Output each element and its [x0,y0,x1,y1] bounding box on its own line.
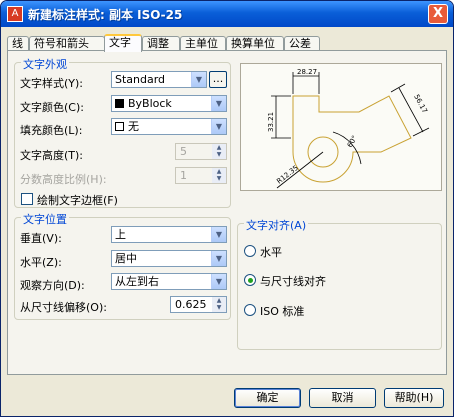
spin-down-icon[interactable]: ▼ [212,304,226,312]
app-icon: A [7,6,23,22]
tab-primary-units[interactable]: 主单位 [180,36,226,51]
text-height-label: 文字高度(T): [20,149,84,162]
horizontal-value: 居中 [115,252,137,265]
text-style-value: Standard [115,73,166,86]
text-style-label: 文字样式(Y): [20,77,84,90]
vertical-label: 垂直(V): [20,232,62,245]
tab-symbols-arrows[interactable]: 符号和箭头 [29,36,105,51]
chevron-down-icon: ▼ [211,119,226,134]
text-color-value: ByBlock [128,97,172,110]
cancel-button[interactable]: 取消 [309,388,376,408]
offset-label: 从尺寸线偏移(O): [20,301,107,314]
preview-dim-top: 28.27 [297,68,317,76]
tab-text[interactable]: 文字 [104,34,142,52]
text-appearance-title: 文字外观 [21,56,69,72]
text-height-input[interactable]: 5 ▲ ▼ [175,143,227,160]
tab-panel: 文字外观 文字样式(Y): Standard ▼ ... 文字颜色(C): By… [7,50,447,375]
fill-color-label: 填充颜色(L): [20,124,83,137]
preview-drawing: 28.27 33.21 56.17 60° R12.35 [267,68,430,189]
preview-dim-left: 33.21 [267,112,275,132]
chevron-down-icon: ▼ [211,96,226,111]
fill-color-value: 无 [128,120,139,133]
dimension-preview: 28.27 33.21 56.17 60° R12.35 [240,63,442,191]
text-style-select[interactable]: Standard ▼ [111,71,207,88]
vertical-value: 上 [115,228,126,241]
vertical-select[interactable]: 上 ▼ [111,226,227,243]
text-color-select[interactable]: ByBlock ▼ [111,95,227,112]
text-color-label: 文字颜色(C): [20,101,84,114]
close-button[interactable]: X [428,4,448,24]
horizontal-select[interactable]: 居中 ▼ [111,250,227,267]
spin-down-icon[interactable]: ▼ [212,175,226,183]
text-height-value: 5 [180,145,187,158]
fraction-scale-value: 1 [180,169,187,182]
tab-fit[interactable]: 调整 [142,36,180,51]
fraction-scale-label: 分数高度比例(H): [20,173,107,186]
fraction-scale-input[interactable]: 1 ▲ ▼ [175,167,227,184]
text-placement-group: 文字位置 垂直(V): 上 ▼ 水平(Z): 居中 ▼ 观察方向(D): 从左到… [14,211,231,320]
view-direction-label: 观察方向(D): [20,279,85,292]
offset-value: 0.625 [175,298,207,311]
fill-color-select[interactable]: 无 ▼ [111,118,227,135]
preview-angle: 60° [346,134,359,149]
align-with-dimension-label: 与尺寸线对齐 [260,275,326,288]
text-placement-title: 文字位置 [21,211,69,227]
dialog-window: A 新建标注样式: 副本 ISO-25 X 线 符号和箭头 文字 调整 主单位 … [0,0,454,417]
align-with-dimension-radio[interactable] [244,274,256,286]
align-horizontal-radio[interactable] [244,245,256,257]
text-appearance-group: 文字外观 文字样式(Y): Standard ▼ ... 文字颜色(C): By… [14,56,231,208]
help-button[interactable]: 帮助(H) [384,388,444,408]
view-direction-value: 从左到右 [115,275,159,288]
offset-input[interactable]: 0.625 ▲ ▼ [170,296,227,313]
tab-lines[interactable]: 线 [7,36,29,51]
color-swatch-icon [115,99,124,108]
preview-dim-right: 56.17 [412,93,428,114]
text-alignment-title: 文字对齐(A) [244,217,309,233]
align-iso-label: ISO 标准 [260,305,305,318]
window-title: 新建标注样式: 副本 ISO-25 [28,8,183,22]
chevron-down-icon: ▼ [211,274,226,289]
align-horizontal-label: 水平 [260,246,282,259]
draw-frame-label: 绘制文字边框(F) [37,194,118,207]
align-iso-radio[interactable] [244,304,256,316]
draw-frame-checkbox[interactable] [21,193,33,205]
title-bar: A 新建标注样式: 副本 ISO-25 X [1,1,453,27]
ok-button[interactable]: 确定 [234,388,301,408]
spin-down-icon[interactable]: ▼ [212,151,226,159]
chevron-down-icon: ▼ [191,72,206,87]
color-swatch-icon [115,122,124,131]
chevron-down-icon: ▼ [211,227,226,242]
view-direction-select[interactable]: 从左到右 ▼ [111,273,227,290]
text-style-browse-button[interactable]: ... [209,71,227,88]
tab-tolerances[interactable]: 公差 [284,36,320,51]
preview-radius: R12.35 [275,164,300,186]
chevron-down-icon: ▼ [211,251,226,266]
text-alignment-group: 文字对齐(A) 水平 与尺寸线对齐 ISO 标准 [237,217,442,350]
tab-alternate-units[interactable]: 换算单位 [226,36,284,51]
horizontal-label: 水平(Z): [20,256,62,269]
